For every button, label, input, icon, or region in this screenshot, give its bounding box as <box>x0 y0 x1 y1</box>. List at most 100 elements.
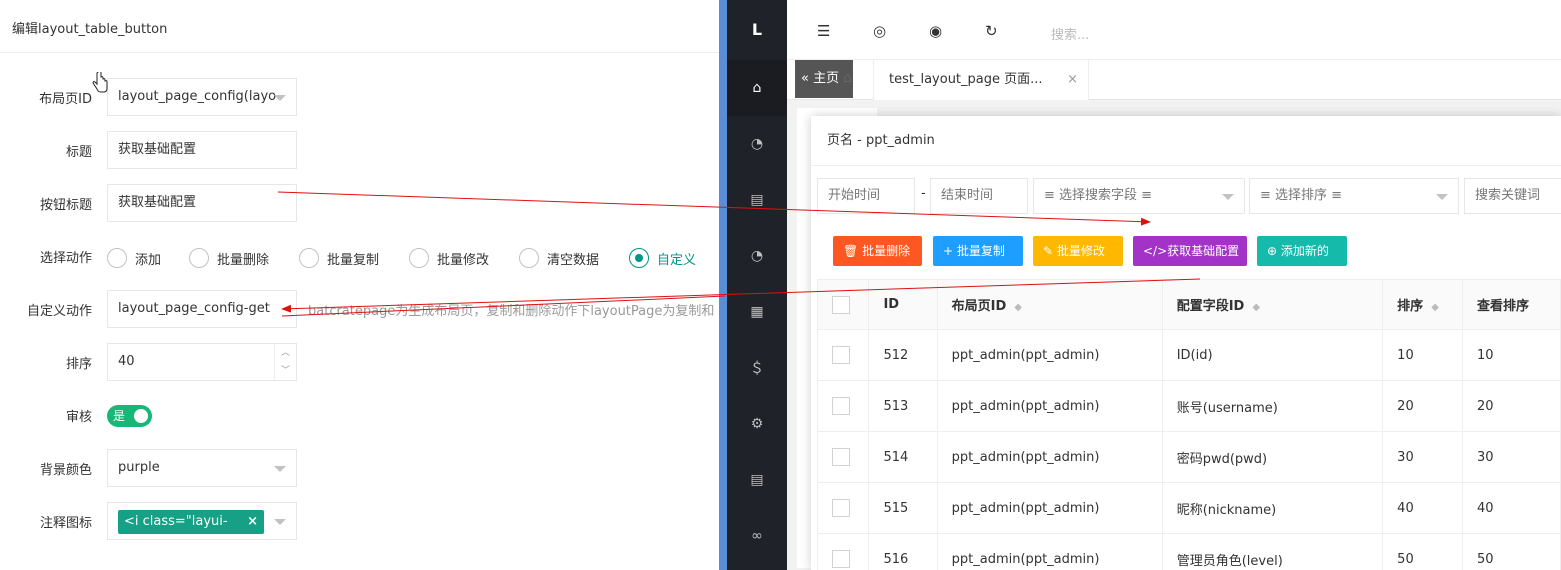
radio-clear-data[interactable]: 清空数据 <box>519 248 599 268</box>
menu-fold-icon[interactable]: ☰ <box>817 22 830 40</box>
radio-circle-icon <box>519 248 539 268</box>
book-icon[interactable]: ▤ <box>727 172 787 228</box>
batch-modify-button[interactable]: ✎ 批量修改 <box>1033 236 1123 266</box>
bg-color-select[interactable]: purple <box>107 449 297 487</box>
search-input[interactable]: 搜索... <box>1051 24 1089 43</box>
chrome-icon[interactable]: ◉ <box>929 22 942 40</box>
sort-icon[interactable]: ◆ <box>1431 302 1439 313</box>
admin-app: L ⌂ ◔ ▤ ◔ ▦ ＄ ⚙ ▤ ∞ ☰ ◎ ◉ ↻ 搜索... « 主页 ⌂… <box>727 0 1561 570</box>
table-dialog: 页名 - ppt_admin 开始时间 - 结束时间 ≡ 选择搜索字段 ≡ ≡ … <box>811 116 1561 570</box>
col-layout-page-id[interactable]: 布局页ID ◆ <box>936 279 1163 330</box>
batch-copy-button[interactable]: + 批量复制 <box>933 236 1023 266</box>
chevron-up-icon[interactable]: ︿ <box>275 344 296 362</box>
tab-test-layout-page[interactable]: test_layout_page 页面... × <box>873 60 1089 100</box>
gear-icon[interactable]: ⚙ <box>727 396 787 452</box>
radio-checked-icon <box>629 248 649 268</box>
sort-select[interactable]: ≡ 选择排序 ≡ <box>1249 178 1459 214</box>
sort-icon[interactable]: ◆ <box>1014 302 1022 313</box>
radio-custom[interactable]: 自定义 <box>629 248 696 268</box>
table-header-row: ID 布局页ID ◆ 配置字段ID ◆ 排序 ◆ 查看排序 <box>816 279 1561 330</box>
code-icon: </> <box>1143 244 1168 258</box>
custom-action-input[interactable]: layout_page_config-get <box>107 290 297 328</box>
select-all-checkbox[interactable] <box>816 279 870 330</box>
table-row[interactable]: 516 ppt_admin(ppt_admin) 管理员角色(level) 50… <box>816 533 1561 570</box>
table-row[interactable]: 512 ppt_admin(ppt_admin) ID(id) 10 10 <box>816 329 1561 381</box>
radio-batch-delete[interactable]: 批量删除 <box>189 248 269 268</box>
radio-add[interactable]: 添加 <box>107 248 161 268</box>
title-input[interactable]: 获取基础配置 <box>107 131 297 169</box>
user-icon[interactable]: ◔ <box>727 228 787 284</box>
sort-icon[interactable]: ◆ <box>1252 302 1260 313</box>
custom-action-label: 自定义动作 <box>26 304 92 319</box>
review-label: 审核 <box>65 410 92 425</box>
col-view-sort[interactable]: 查看排序 <box>1462 279 1561 330</box>
review-switch[interactable]: 是 <box>107 405 152 427</box>
start-time-input[interactable]: 开始时间 <box>817 178 915 214</box>
row-checkbox[interactable] <box>816 482 870 534</box>
tab-bar: « 主页 ⌂ test_layout_page 页面... × <box>787 60 1561 100</box>
chevron-down-icon[interactable]: ﹀ <box>275 362 296 380</box>
plus-icon: + <box>943 244 954 258</box>
keyword-input[interactable]: 搜索关键词 <box>1464 178 1561 214</box>
date-range-dash: - <box>921 186 926 201</box>
close-icon[interactable]: × <box>247 510 258 534</box>
add-new-button[interactable]: ⊕ 添加新的 <box>1257 236 1347 266</box>
layout-page-id-select[interactable]: layout_page_config(layo <box>107 78 297 116</box>
row-checkbox[interactable] <box>816 329 870 381</box>
radio-batch-modify[interactable]: 批量修改 <box>409 248 489 268</box>
icon-tag: <i class="layui- × <box>118 510 264 534</box>
icon-select[interactable]: <i class="layui- × <box>107 502 297 540</box>
batch-delete-button[interactable]: 🗑 批量删除 <box>833 236 922 266</box>
edit-icon: ✎ <box>1043 244 1054 258</box>
col-sort[interactable]: 排序 ◆ <box>1382 279 1464 330</box>
table-row[interactable]: 513 ppt_admin(ppt_admin) 账号(username) 20… <box>816 380 1561 432</box>
custom-action-hint: batcratepage为生成布局页，复制和删除动作下layoutPage为复制… <box>308 304 715 319</box>
dialog-title: 页名 - ppt_admin <box>811 116 1561 166</box>
sort-value: 40 <box>118 354 135 369</box>
add-circle-icon: ⊕ <box>1267 244 1278 258</box>
config-table: ID 布局页ID ◆ 配置字段ID ◆ 排序 ◆ 查看排序 512 ppt_admin… <box>816 279 1561 570</box>
button-title-label: 按钮标题 <box>39 198 92 213</box>
top-bar: ☰ ◎ ◉ ↻ 搜索... <box>787 0 1561 60</box>
search-field-select[interactable]: ≡ 选择搜索字段 ≡ <box>1033 178 1245 214</box>
home-icon[interactable]: ⌂ <box>843 70 852 86</box>
pane-divider <box>719 0 727 570</box>
hand-cursor-icon <box>92 72 108 93</box>
icon-label: 注释图标 <box>39 516 92 531</box>
book-icon[interactable]: ▤ <box>727 452 787 508</box>
link-icon[interactable]: ∞ <box>727 508 787 564</box>
edit-panel: 编辑layout_table_button 布局页ID layout_page_… <box>0 0 719 570</box>
grid-icon[interactable]: ▦ <box>727 284 787 340</box>
title-divider <box>0 52 719 53</box>
col-config-field-id[interactable]: 配置字段ID ◆ <box>1161 279 1384 330</box>
globe-icon[interactable]: ◎ <box>873 22 886 40</box>
col-id[interactable]: ID <box>868 279 938 330</box>
table-row[interactable]: 515 ppt_admin(ppt_admin) 昵称(nickname) 40… <box>816 482 1561 534</box>
radio-circle-icon <box>299 248 319 268</box>
side-nav: L ⌂ ◔ ▤ ◔ ▦ ＄ ⚙ ▤ ∞ <box>727 0 787 570</box>
radio-circle-icon <box>107 248 127 268</box>
sort-input[interactable]: 40 ︿ ﹀ <box>107 343 297 381</box>
user-icon[interactable]: ◔ <box>727 116 787 172</box>
dollar-icon[interactable]: ＄ <box>727 340 787 396</box>
layout-page-id-label: 布局页ID <box>39 92 92 107</box>
home-icon[interactable]: ⌂ <box>727 60 787 116</box>
get-base-config-button[interactable]: </>获取基础配置 <box>1133 236 1247 266</box>
row-checkbox[interactable] <box>816 533 870 570</box>
radio-circle-icon <box>409 248 429 268</box>
row-checkbox[interactable] <box>816 380 870 432</box>
panel-title: 编辑layout_table_button <box>12 22 168 37</box>
table-row[interactable]: 514 ppt_admin(ppt_admin) 密码pwd(pwd) 30 3… <box>816 431 1561 483</box>
logo: L <box>751 20 763 39</box>
bg-color-label: 背景颜色 <box>39 463 92 478</box>
radio-batch-copy[interactable]: 批量复制 <box>299 248 379 268</box>
radio-circle-icon <box>189 248 209 268</box>
refresh-icon[interactable]: ↻ <box>985 22 998 40</box>
row-checkbox[interactable] <box>816 431 870 483</box>
button-title-input[interactable]: 获取基础配置 <box>107 184 297 222</box>
title-label: 标题 <box>65 145 92 160</box>
sort-label: 排序 <box>65 357 92 372</box>
sort-stepper[interactable]: ︿ ﹀ <box>274 344 296 380</box>
end-time-input[interactable]: 结束时间 <box>930 178 1028 214</box>
close-icon[interactable]: × <box>1067 60 1078 100</box>
